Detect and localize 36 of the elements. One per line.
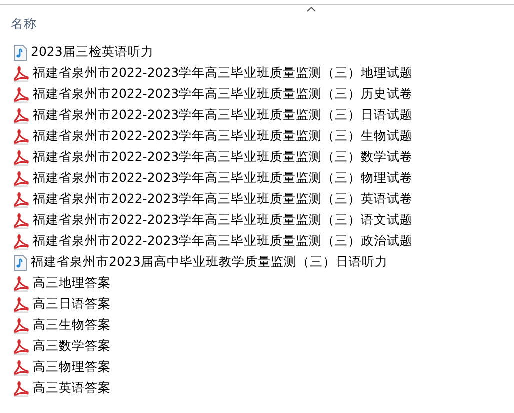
sort-caret-icon	[307, 7, 316, 12]
pdf-file-icon	[14, 234, 29, 250]
pdf-file-icon	[14, 360, 29, 376]
file-name[interactable]: 高三地理答案	[33, 275, 111, 292]
file-name[interactable]: 福建省泉州市2022-2023学年高三毕业班质量监测（三）英语试卷	[33, 191, 414, 208]
file-name[interactable]: 福建省泉州市2022-2023学年高三毕业班质量监测（三）数学试卷	[33, 149, 414, 166]
file-name[interactable]: 高三日语答案	[33, 296, 111, 313]
pdf-file-icon	[14, 380, 29, 396]
pdf-file-icon	[14, 192, 29, 208]
pdf-file-icon	[14, 128, 29, 144]
pdf-file-icon	[14, 150, 29, 166]
file-name[interactable]: 福建省泉州市2022-2023学年高三毕业班质量监测（三）政治试题	[33, 233, 414, 250]
audio-file-icon	[14, 254, 27, 270]
pdf-file-icon	[14, 296, 29, 312]
file-name[interactable]: 2023届三检英语听力	[31, 44, 154, 61]
file-name[interactable]: 福建省泉州市2022-2023学年高三毕业班质量监测（三）地理试题	[33, 65, 414, 82]
file-name[interactable]: 福建省泉州市2022-2023学年高三毕业班质量监测（三）历史试卷	[33, 86, 414, 103]
file-name[interactable]: 福建省泉州市2022-2023学年高三毕业班质量监测（三）物理试卷	[33, 170, 414, 187]
pdf-file-icon	[14, 338, 29, 354]
file-name[interactable]: 高三英语答案	[33, 380, 111, 397]
file-name[interactable]: 福建省泉州市2022-2023学年高三毕业班质量监测（三）语文试题	[33, 212, 414, 229]
pdf-file-icon	[14, 212, 29, 228]
file-name[interactable]: 福建省泉州市2023届高中毕业班教学质量监测（三）日语听力	[31, 254, 388, 271]
column-header[interactable]: 名称	[11, 16, 37, 31]
pdf-file-icon	[14, 66, 29, 82]
file-name[interactable]: 福建省泉州市2022-2023学年高三毕业班质量监测（三）日语试题	[33, 107, 414, 124]
pdf-file-icon	[14, 86, 29, 102]
audio-file-icon	[14, 44, 27, 60]
pdf-file-icon	[14, 170, 29, 186]
file-name[interactable]: 高三数学答案	[33, 338, 111, 355]
file-name[interactable]: 福建省泉州市2022-2023学年高三毕业班质量监测（三）生物试题	[33, 128, 414, 145]
file-name[interactable]: 高三生物答案	[33, 317, 111, 334]
pdf-file-icon	[14, 108, 29, 124]
pdf-file-icon	[14, 276, 29, 292]
file-name[interactable]: 高三物理答案	[33, 359, 111, 376]
pdf-file-icon	[14, 318, 29, 334]
